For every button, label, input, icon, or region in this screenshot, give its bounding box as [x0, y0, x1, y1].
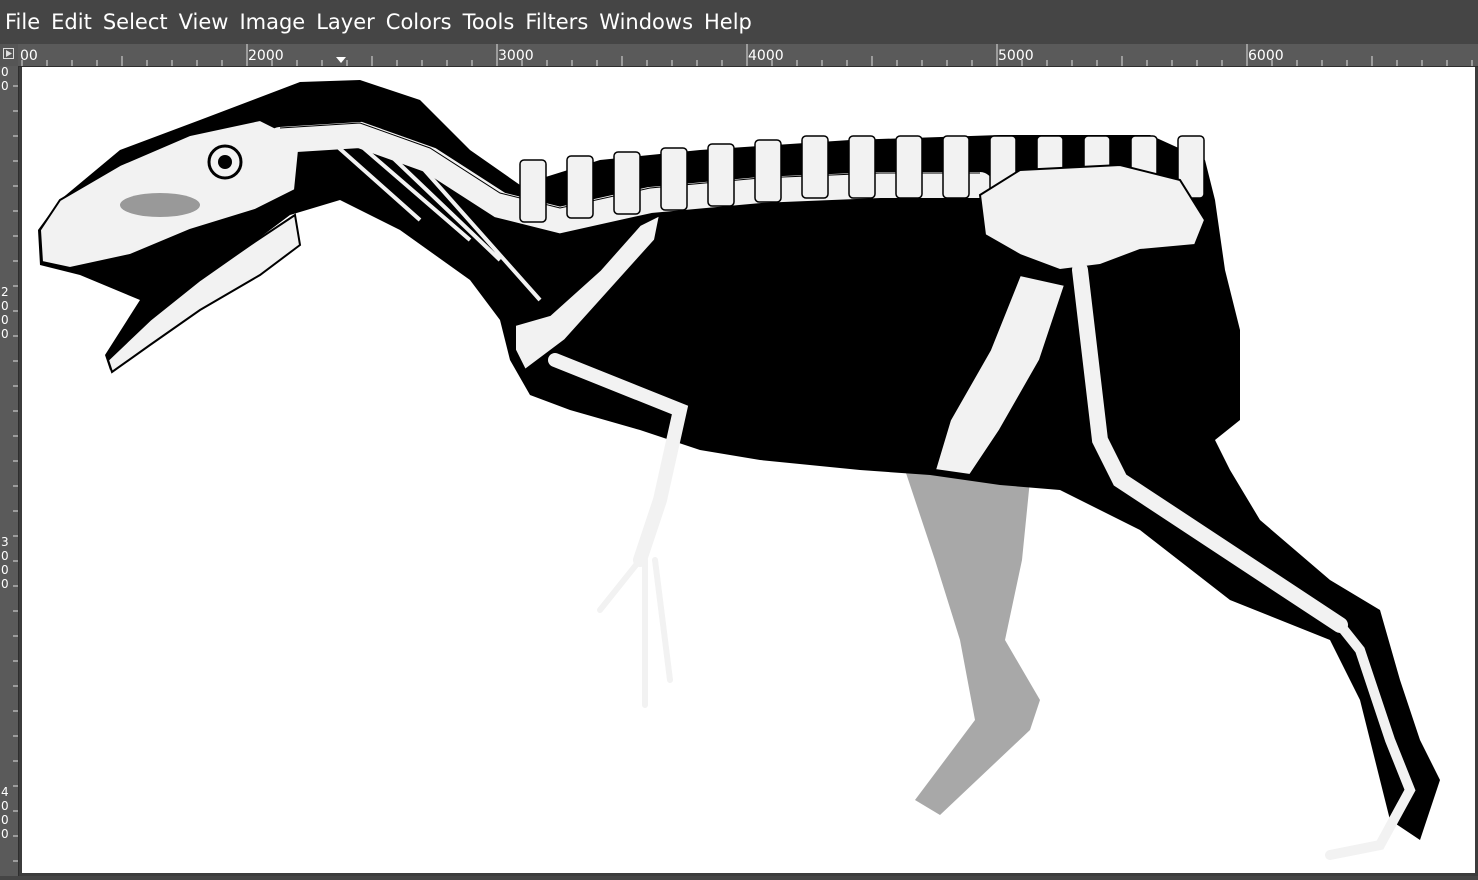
menu-filters[interactable]: Filters	[520, 0, 594, 44]
vertebra	[848, 135, 876, 199]
canvas-viewport[interactable]	[19, 67, 1478, 876]
menu-select[interactable]: Select	[98, 0, 174, 44]
ruler-label: 3000	[498, 48, 534, 64]
eye	[218, 155, 232, 169]
horizontal-ruler-scale: 00 2000 3000 4000 5000 6000	[20, 44, 1473, 66]
menu-bar: File Edit Select View Image Layer Colors…	[0, 0, 1478, 44]
hand-claws	[597, 557, 673, 708]
ruler-label: 0	[1, 327, 9, 341]
antorbital-fenestra	[120, 193, 200, 217]
vertebra	[660, 147, 688, 211]
ruler-label: 6000	[1248, 48, 1284, 64]
ruler-label: 0	[1, 79, 9, 93]
menu-windows[interactable]: Windows	[594, 0, 699, 44]
menu-layer[interactable]: Layer	[311, 0, 381, 44]
menu-image[interactable]: Image	[234, 0, 311, 44]
horizontal-ruler[interactable]: 00 2000 3000 4000 5000 6000	[18, 44, 1478, 67]
ruler-label: 4000	[748, 48, 784, 64]
vertebra	[707, 143, 735, 207]
far-leg-shadow	[905, 470, 1040, 815]
image-canvas[interactable]	[22, 67, 1475, 873]
menu-view[interactable]: View	[174, 0, 235, 44]
ruler-label: 0	[1, 563, 9, 577]
ruler-label: 0	[1, 313, 9, 327]
vertical-ruler[interactable]: 0 0 2 0 0 0 3 0 0 0 4 0 0 0	[0, 65, 19, 876]
vertebra	[754, 139, 782, 203]
ruler-label: 0	[1, 799, 9, 813]
vertebra	[519, 159, 547, 223]
menu-help[interactable]: Help	[699, 0, 758, 44]
ruler-label: 0	[1, 299, 9, 313]
ruler-label: 0	[1, 549, 9, 563]
vertebra	[942, 135, 970, 199]
vertebra	[566, 155, 594, 219]
quick-mask-toggle-button[interactable]	[0, 44, 19, 67]
menu-tools[interactable]: Tools	[458, 0, 521, 44]
ruler-label: 2000	[248, 48, 284, 64]
ruler-label: 3	[1, 535, 9, 549]
vertebra	[801, 135, 829, 199]
ruler-label: 5000	[998, 48, 1034, 64]
ruler-label: 0	[1, 66, 9, 79]
vertical-ruler-scale: 0 0 2 0 0 0 3 0 0 0 4 0 0 0	[1, 65, 18, 862]
vertebra	[613, 151, 641, 215]
quick-mask-toggle-icon	[3, 48, 14, 59]
menu-edit[interactable]: Edit	[46, 0, 98, 44]
ruler-label: 0	[1, 827, 9, 841]
cursor-position-marker-icon	[336, 57, 346, 63]
ruler-label: 2	[1, 285, 9, 299]
menu-colors[interactable]: Colors	[381, 0, 458, 44]
ruler-label: 4	[1, 785, 9, 799]
menu-file[interactable]: File	[0, 0, 46, 44]
ruler-ticks	[13, 85, 18, 862]
ruler-label: 0	[1, 813, 9, 827]
dinosaur-skeletal-artwork	[38, 80, 1440, 860]
ruler-label: 0	[1, 577, 9, 591]
ruler-label: 00	[20, 48, 38, 64]
vertebra	[895, 135, 923, 199]
